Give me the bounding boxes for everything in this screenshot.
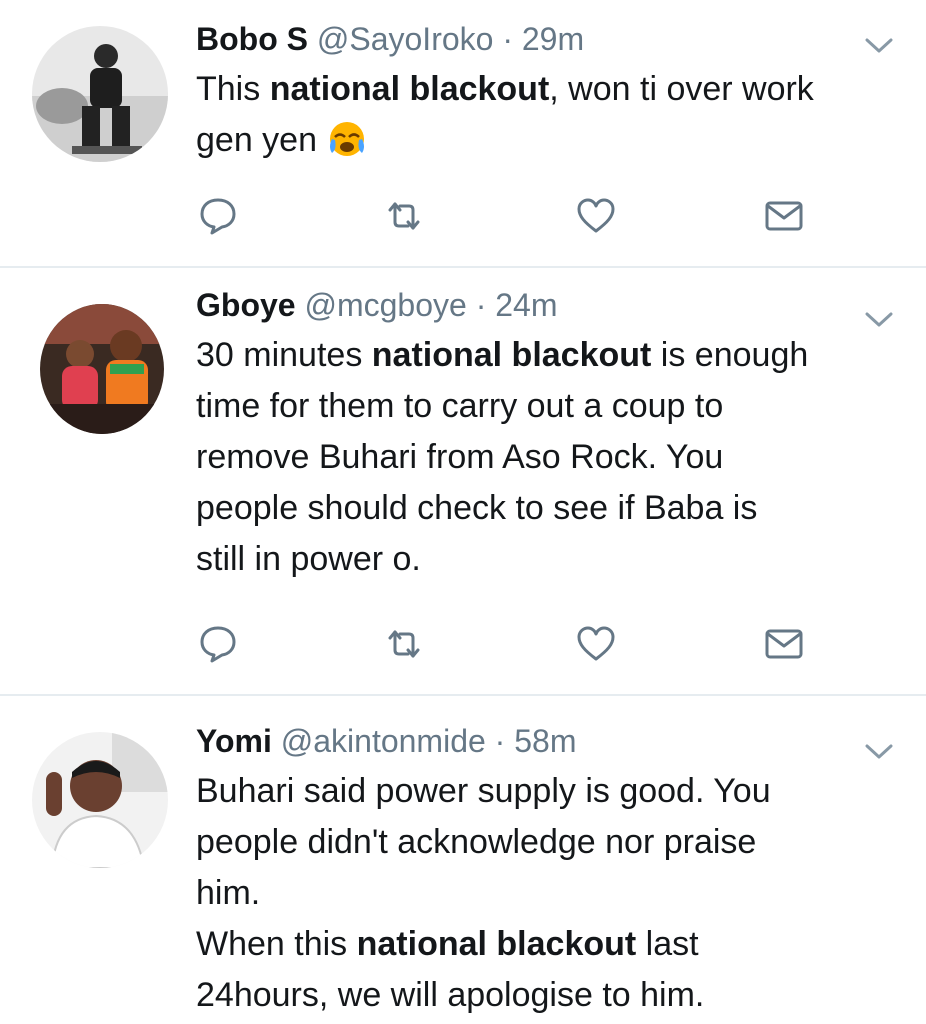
- author-name[interactable]: Bobo S: [196, 21, 308, 57]
- avatar[interactable]: [32, 26, 168, 162]
- reply-icon[interactable]: [198, 196, 238, 236]
- timestamp[interactable]: 24m: [495, 287, 557, 323]
- avatar[interactable]: [32, 732, 168, 868]
- separator-dot: ·: [502, 21, 513, 57]
- tweet-header: Gboye @mcgboye · 24m: [196, 280, 886, 330]
- tweet-text-line: time for them to carry out a coup to: [196, 387, 724, 425]
- author-handle[interactable]: @akintonmide: [281, 723, 486, 759]
- tweet-header: Bobo S @SayoIroko · 29m: [196, 14, 886, 64]
- tweet-text-line: When this national blackout last: [196, 925, 699, 963]
- envelope-icon[interactable]: [764, 624, 804, 664]
- envelope-icon[interactable]: [764, 196, 804, 236]
- timestamp[interactable]: 29m: [522, 21, 584, 57]
- tweet-text-line: people didn't acknowledge nor praise: [196, 823, 757, 861]
- tweet-actions: [194, 196, 814, 236]
- tweet[interactable]: Bobo S @SayoIroko · 29m This national bl…: [0, 0, 926, 268]
- tweet[interactable]: Yomi @akintonmide · 58m Buhari said powe…: [0, 696, 926, 1024]
- tweet-text-line: 30 minutes national blackout is enough: [196, 336, 809, 374]
- heart-icon[interactable]: [576, 624, 616, 664]
- tweet-header: Yomi @akintonmide · 58m: [196, 716, 886, 766]
- heart-icon[interactable]: [576, 196, 616, 236]
- tweet-actions: [194, 624, 814, 664]
- retweet-icon[interactable]: [384, 196, 424, 236]
- tweet-content: Yomi @akintonmide · 58m Buhari said powe…: [196, 716, 886, 1021]
- tweet-text-line: 24hours, we will apologise to him.: [196, 976, 705, 1014]
- avatar[interactable]: [40, 304, 164, 434]
- author-handle[interactable]: @mcgboye: [304, 287, 466, 323]
- crying-face-emoji: [326, 117, 368, 159]
- tweet-text-line: Buhari said power supply is good. You: [196, 772, 771, 810]
- tweet-content: Bobo S @SayoIroko · 29m This national bl…: [196, 14, 886, 166]
- author-name[interactable]: Yomi: [196, 723, 272, 759]
- chevron-down-icon[interactable]: [862, 34, 896, 58]
- tweet-text-line: remove Buhari from Aso Rock. You: [196, 438, 724, 476]
- tweet-text-line: him.: [196, 874, 261, 912]
- tweet-text-line: still in power o.: [196, 540, 421, 578]
- tweet-content: Gboye @mcgboye · 24m 30 minutes national…: [196, 280, 886, 585]
- chevron-down-icon[interactable]: [862, 308, 896, 332]
- tweet-text-line: This national blackout, won ti over work: [196, 70, 814, 108]
- tweet-text-line: gen yen: [196, 115, 886, 166]
- separator-dot: ·: [475, 287, 487, 323]
- retweet-icon[interactable]: [384, 624, 424, 664]
- tweet[interactable]: Gboye @mcgboye · 24m 30 minutes national…: [0, 268, 926, 696]
- tweet-text-line: people should check to see if Baba is: [196, 489, 758, 527]
- timestamp[interactable]: 58m: [514, 723, 576, 759]
- author-name[interactable]: Gboye: [196, 287, 296, 323]
- reply-icon[interactable]: [198, 624, 238, 664]
- separator-dot: ·: [494, 723, 506, 759]
- chevron-down-icon[interactable]: [862, 740, 896, 764]
- author-handle[interactable]: @SayoIroko: [317, 21, 494, 57]
